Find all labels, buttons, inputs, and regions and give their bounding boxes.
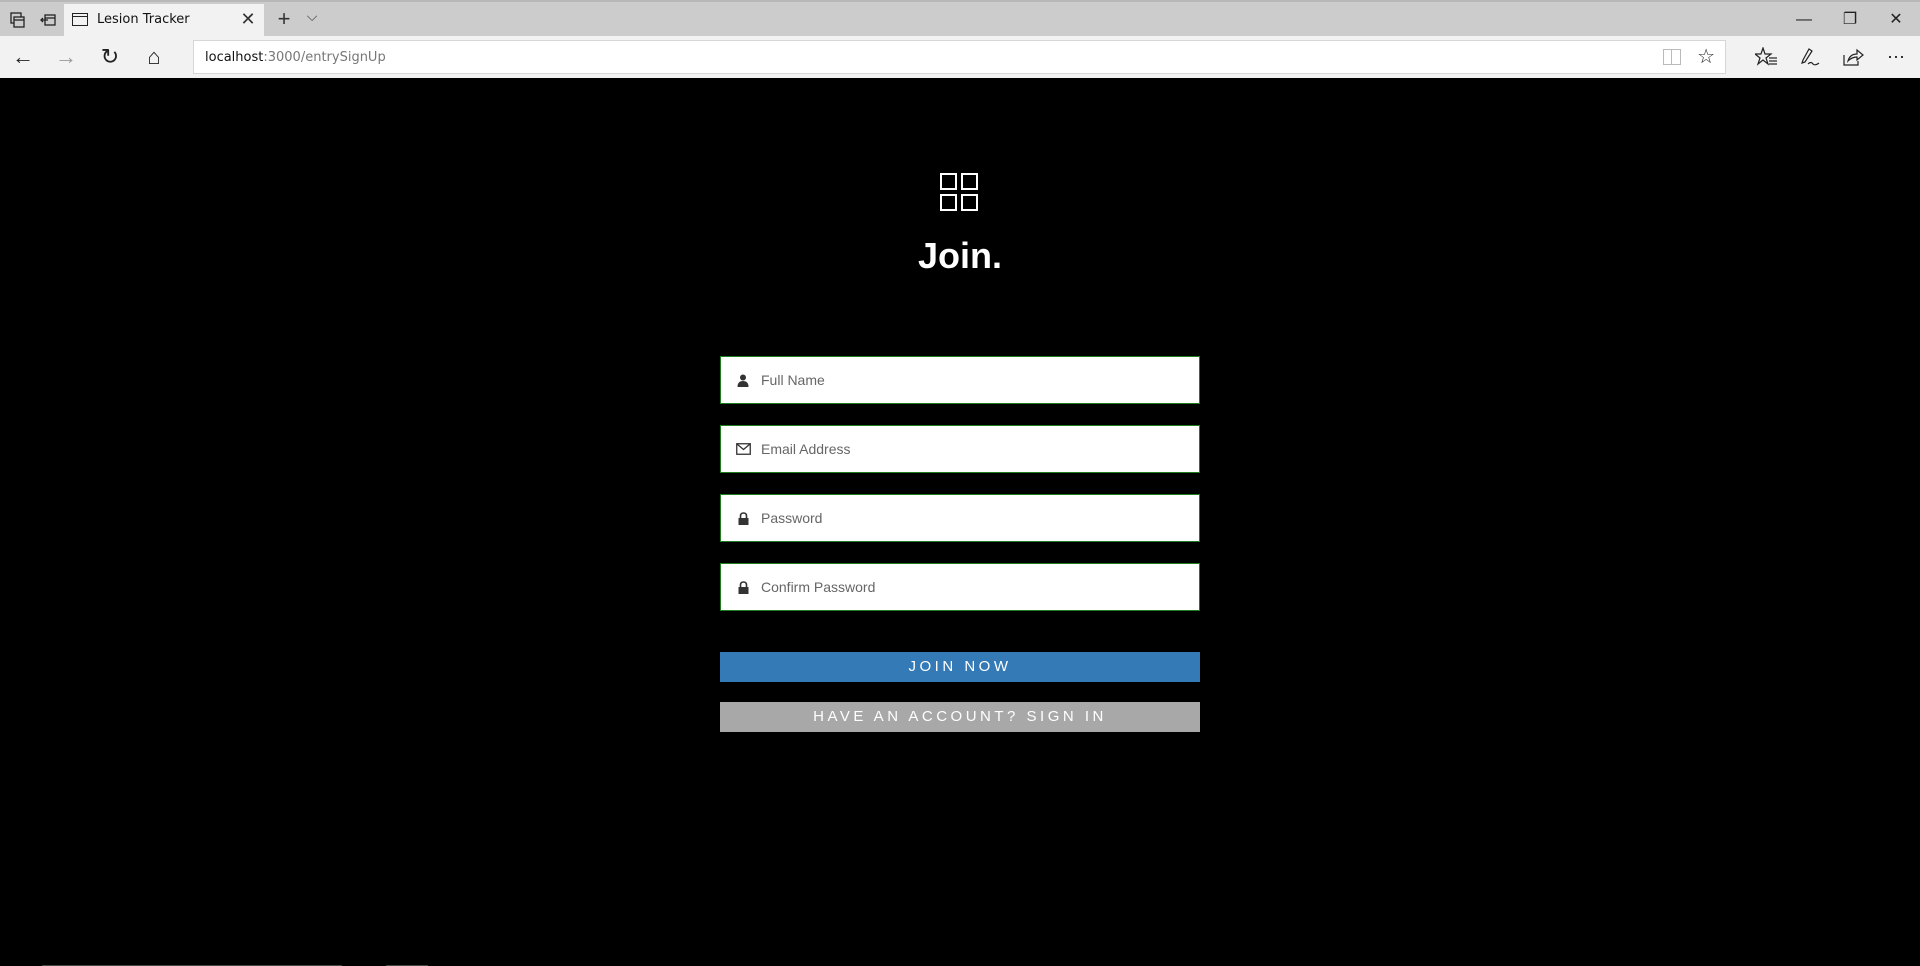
logo-square	[940, 194, 957, 211]
sign-in-button[interactable]: HAVE AN ACCOUNT? SIGN IN	[720, 702, 1200, 732]
logo-square	[961, 173, 978, 190]
new-tab-button[interactable]: +	[272, 6, 296, 32]
refresh-icon[interactable]: ↻	[95, 42, 125, 72]
url-text[interactable]: localhost:3000/entrySignUp	[205, 50, 386, 65]
logo-square	[940, 173, 957, 190]
user-icon	[735, 371, 751, 389]
envelope-icon	[735, 440, 751, 458]
browser-tab-bar: Lesion Tracker ✕ + ⌵ — ❐ ✕	[0, 0, 1920, 38]
logo-square	[961, 194, 978, 211]
page-content: Join. JOIN NOW HAVE AN ACCOUNT? SIGN IN	[0, 78, 1920, 966]
email-field[interactable]	[720, 425, 1200, 473]
web-note-pen-icon[interactable]	[1795, 42, 1825, 72]
password-field[interactable]	[720, 494, 1200, 542]
tab-dropdown-icon[interactable]: ⌵	[302, 8, 322, 25]
set-aside-tabs-icon[interactable]	[38, 10, 58, 30]
favorites-hub-icon[interactable]	[1751, 42, 1781, 72]
tab-lesion-tracker[interactable]: Lesion Tracker ✕	[64, 4, 264, 38]
close-window-button[interactable]: ✕	[1876, 8, 1916, 32]
tab-actions-icon[interactable]	[8, 10, 28, 30]
reading-view-icon[interactable]	[1663, 49, 1681, 65]
url-host: localhost	[205, 50, 264, 65]
url-path: :3000/entrySignUp	[263, 50, 386, 65]
minimize-button[interactable]: —	[1784, 8, 1824, 32]
confirm-password-input[interactable]	[761, 564, 1191, 609]
full-name-field[interactable]	[720, 356, 1200, 404]
grid-logo-icon	[940, 173, 980, 213]
join-now-button[interactable]: JOIN NOW	[720, 652, 1200, 682]
page-title: Join.	[917, 235, 1002, 276]
full-name-input[interactable]	[761, 357, 1191, 402]
favorite-star-icon[interactable]: ☆	[1697, 44, 1715, 69]
forward-icon[interactable]: →	[51, 42, 81, 72]
tab-title: Lesion Tracker	[97, 12, 190, 27]
page-icon	[72, 13, 88, 26]
share-icon[interactable]	[1838, 42, 1868, 72]
address-bar[interactable]: localhost:3000/entrySignUp ☆	[193, 40, 1726, 74]
home-icon[interactable]: ⌂	[139, 42, 169, 72]
restore-button[interactable]: ❐	[1830, 8, 1870, 32]
browser-toolbar: ← → ↻ ⌂ localhost:3000/entrySignUp ☆ ⋯	[0, 36, 1920, 78]
email-input[interactable]	[761, 426, 1191, 471]
more-icon[interactable]: ⋯	[1881, 42, 1911, 72]
close-tab-icon[interactable]: ✕	[238, 9, 258, 29]
lock-icon	[735, 578, 751, 596]
password-input[interactable]	[761, 495, 1191, 540]
back-icon[interactable]: ←	[8, 42, 38, 72]
lock-icon	[735, 509, 751, 527]
confirm-password-field[interactable]	[720, 563, 1200, 611]
